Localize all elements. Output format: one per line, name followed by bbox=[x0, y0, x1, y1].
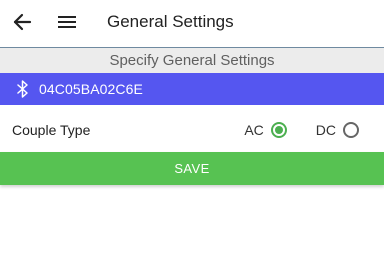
radio-label-ac: AC bbox=[244, 122, 264, 138]
save-button[interactable]: SAVE bbox=[0, 152, 384, 185]
device-bar: 04C05BA02C6E bbox=[0, 73, 384, 105]
app-screen: General Settings Specify General Setting… bbox=[0, 0, 384, 280]
menu-button[interactable] bbox=[55, 10, 79, 34]
radio-option-dc[interactable]: DC bbox=[316, 122, 359, 138]
arrow-left-icon bbox=[13, 13, 32, 31]
back-button[interactable] bbox=[10, 10, 34, 34]
bluetooth-icon bbox=[13, 77, 33, 101]
radio-selected-dot bbox=[274, 126, 283, 134]
hamburger-menu-icon bbox=[58, 16, 76, 28]
radio-button-ac[interactable] bbox=[270, 122, 287, 138]
couple-type-label: Couple Type bbox=[12, 122, 91, 138]
toolbar: General Settings bbox=[0, 0, 384, 44]
radio-label-dc: DC bbox=[315, 122, 336, 138]
page-title: General Settings bbox=[107, 12, 234, 31]
radio-button-dc[interactable] bbox=[343, 122, 359, 138]
section-header: Specify General Settings bbox=[0, 47, 384, 73]
couple-type-row: Couple Type AC DC bbox=[0, 109, 384, 151]
device-id: 04C05BA02C6E bbox=[39, 81, 143, 97]
radio-option-ac[interactable]: AC bbox=[244, 122, 287, 138]
